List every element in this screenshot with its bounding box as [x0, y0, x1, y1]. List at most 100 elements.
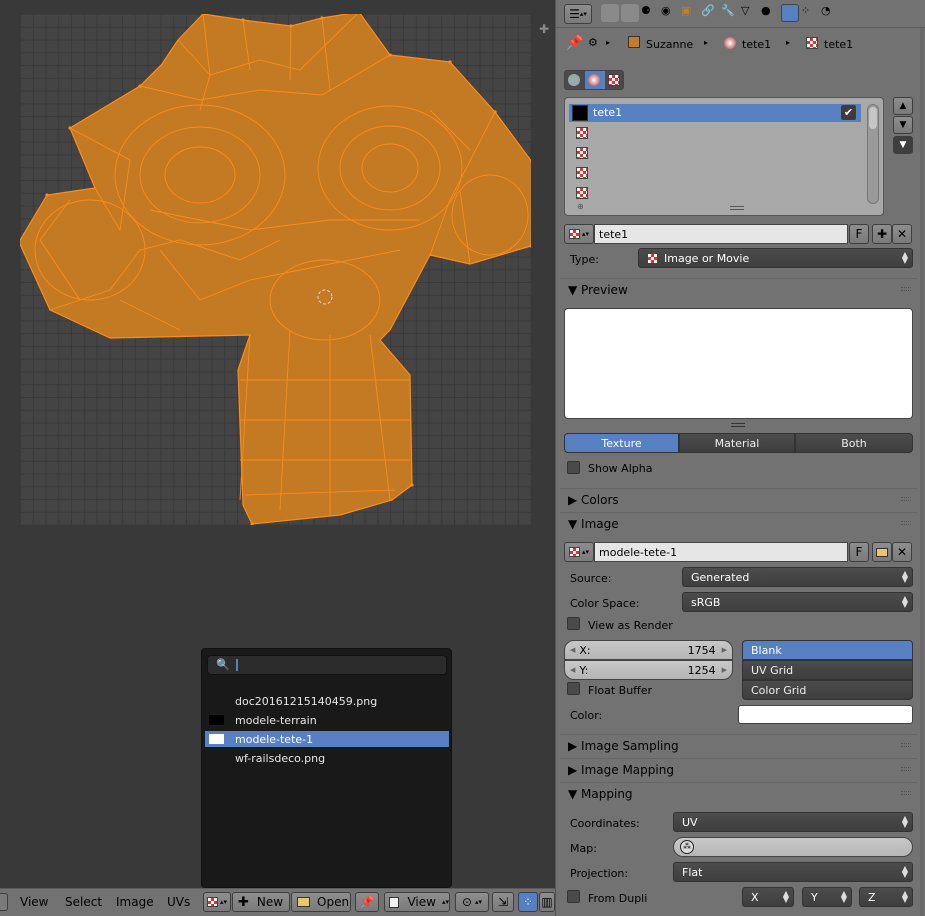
preview-tab-texture[interactable]: Texture: [564, 433, 679, 453]
image-mapping-panel-header[interactable]: ▶ Image Mapping: [560, 758, 917, 780]
projection-label: Projection:: [570, 867, 629, 880]
modifiers-context-icon[interactable]: 🔧: [721, 4, 739, 22]
browse-image-button[interactable]: ▴▾: [564, 542, 594, 562]
from-dupli-checkbox[interactable]: [567, 890, 580, 903]
texture-slot-empty[interactable]: [576, 167, 588, 179]
menu-uvs[interactable]: UVs: [167, 895, 190, 909]
image-name-field[interactable]: modele-tete-1: [594, 542, 848, 562]
scene-context-icon[interactable]: ⚈: [641, 4, 659, 22]
show-alpha-checkbox[interactable]: [567, 461, 580, 474]
image-item-doc[interactable]: doc20161215140459.png: [205, 693, 449, 709]
float-buffer-checkbox[interactable]: [567, 682, 580, 695]
pin-image-button[interactable]: 📌: [355, 892, 379, 912]
world-context-icon[interactable]: ◉: [661, 4, 679, 22]
height-y-field[interactable]: ◀ Y: 1254 ▶: [564, 660, 733, 680]
texture-slot-empty[interactable]: [576, 147, 588, 159]
popup-search-input[interactable]: 🔍: [207, 655, 447, 675]
render-context-icon[interactable]: [601, 4, 619, 22]
pivot-dropdown[interactable]: ⊙ ▴▾: [455, 892, 489, 912]
sync-selection-button[interactable]: ⇲: [492, 892, 514, 912]
menu-image[interactable]: Image: [116, 895, 154, 909]
texture-context-icon[interactable]: [781, 4, 799, 22]
object-icon: [628, 36, 640, 48]
vertex-select-button[interactable]: ⁘: [518, 892, 538, 912]
image-browse-popup[interactable]: 🔍 doc20161215140459.png modele-terrain m…: [201, 648, 452, 888]
move-slot-down-button[interactable]: ▼: [893, 116, 913, 134]
editor-type-button[interactable]: ☰ ▴▾: [564, 4, 592, 24]
gen-type-color-grid[interactable]: Color Grid: [742, 680, 913, 700]
texture-name-field[interactable]: tete1: [594, 224, 848, 244]
mapping-panel-header[interactable]: ▼ Mapping: [560, 782, 917, 804]
open-image-button[interactable]: Open: [291, 892, 351, 912]
mapping-y-dropdown[interactable]: Y ▲ ▼: [802, 887, 852, 907]
move-slot-up-button[interactable]: ▲: [893, 97, 913, 115]
color-swatch[interactable]: [738, 705, 913, 724]
image-sampling-panel-header[interactable]: ▶ Image Sampling: [560, 734, 917, 756]
texture-type-tabs: [564, 70, 624, 90]
physics-context-icon[interactable]: ◔: [821, 4, 839, 22]
colors-panel-header[interactable]: ▶ Colors: [560, 488, 917, 510]
slot-specials-button[interactable]: ▼: [893, 136, 913, 154]
width-x-field[interactable]: ◀ X: 1754 ▶: [564, 640, 733, 660]
texture-slot-list[interactable]: tete1 ✔ ⊕: [564, 97, 884, 216]
mapping-x-dropdown[interactable]: X ▲ ▼: [742, 887, 794, 907]
preview-tab-material[interactable]: Material: [679, 433, 795, 453]
uv-grid-canvas[interactable]: [20, 14, 531, 525]
material-texture-tab[interactable]: [585, 71, 605, 89]
uv-map-field[interactable]: ⁂: [673, 837, 913, 857]
coordinates-dropdown[interactable]: UV ▲ ▼: [673, 812, 913, 832]
image-panel-header[interactable]: ▼ Image: [560, 512, 917, 534]
other-texture-tab[interactable]: [608, 74, 620, 86]
menu-view[interactable]: View: [20, 895, 48, 909]
add-slot-icon[interactable]: ⊕: [577, 202, 584, 211]
mapping-z-dropdown[interactable]: Z ▲ ▼: [859, 887, 913, 907]
texture-type-dropdown[interactable]: Image or Movie ▲ ▼: [638, 248, 913, 268]
view-as-render-checkbox[interactable]: [567, 617, 580, 630]
image-fake-user-button[interactable]: F: [849, 542, 869, 562]
editor-type-button[interactable]: [0, 893, 8, 911]
unlink-texture-button[interactable]: ✕: [892, 224, 912, 244]
constraints-context-icon[interactable]: 🔗: [701, 4, 719, 22]
image-item-modele-terrain[interactable]: modele-terrain: [205, 712, 449, 728]
uv-mesh[interactable]: [20, 14, 531, 525]
preview-resize-grip[interactable]: [731, 423, 745, 427]
mode-dropdown[interactable]: View ▴▾: [384, 892, 450, 912]
properties-editor[interactable]: ☰ ▴▾ ⚈ ◉ ▣ 🔗 🔧 ▽ ● ⁘ ◔ 📌 ⚙ ▸ Suzanne ▸ te…: [555, 0, 925, 916]
fake-user-button[interactable]: F: [849, 224, 869, 244]
gen-type-blank[interactable]: Blank: [742, 640, 913, 660]
image-item-wf-railsdeco[interactable]: wf-railsdeco.png: [205, 750, 449, 766]
open-image-button[interactable]: [872, 542, 892, 562]
world-texture-tab[interactable]: [566, 72, 584, 88]
list-scrollbar[interactable]: [867, 104, 879, 204]
add-region-icon[interactable]: ✚: [539, 22, 549, 36]
uv-image-editor[interactable]: ✚ View Select Image UVs ▴▾ ✚ New Open 📌 V…: [0, 0, 555, 916]
render-layers-context-icon[interactable]: [621, 4, 639, 22]
material-context-icon[interactable]: ●: [761, 4, 779, 22]
data-context-icon[interactable]: ▽: [741, 4, 759, 22]
source-dropdown[interactable]: Generated ▲ ▼: [682, 567, 913, 587]
pin-icon[interactable]: 📌: [566, 35, 583, 51]
text-caret: [236, 659, 238, 671]
list-resize-grip[interactable]: [730, 206, 744, 210]
image-item-modele-tete-1[interactable]: modele-tete-1: [205, 731, 449, 747]
texture-slot-empty[interactable]: [576, 127, 588, 139]
gen-type-uv-grid[interactable]: UV Grid: [742, 660, 913, 680]
object-context-icon[interactable]: ▣: [681, 4, 699, 22]
browse-image-button[interactable]: ▴▾: [203, 892, 231, 912]
projection-dropdown[interactable]: Flat ▲ ▼: [673, 862, 913, 882]
texture-slot-row[interactable]: tete1 ✔: [569, 104, 861, 122]
particles-context-icon[interactable]: ⁘: [801, 4, 819, 22]
properties-scrollbar[interactable]: [920, 28, 924, 916]
slot-use-checkbox[interactable]: ✔: [841, 105, 856, 120]
unlink-image-button[interactable]: ✕: [892, 542, 912, 562]
texture-user-icon[interactable]: ⚙: [588, 36, 598, 49]
new-image-button[interactable]: ✚ New: [232, 892, 290, 912]
color-space-dropdown[interactable]: sRGB ▲ ▼: [682, 592, 913, 612]
new-texture-button[interactable]: ✚: [872, 224, 892, 244]
texture-slot-empty[interactable]: [576, 187, 588, 199]
browse-texture-button[interactable]: ▴▾: [564, 224, 594, 244]
edge-select-button[interactable]: ▥: [539, 892, 555, 912]
preview-panel-header[interactable]: ▼ Preview: [560, 278, 917, 300]
menu-select[interactable]: Select: [65, 895, 102, 909]
preview-tab-both[interactable]: Both: [795, 433, 913, 453]
